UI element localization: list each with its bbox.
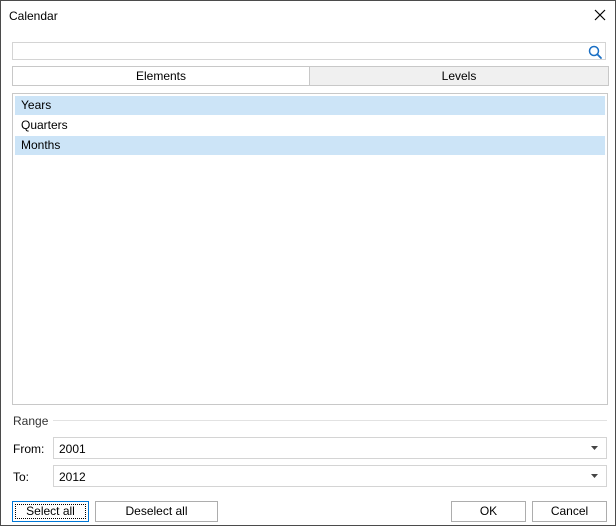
tab-elements[interactable]: Elements — [12, 66, 310, 86]
dropdown-arrow-icon — [591, 446, 598, 450]
list-item-quarters[interactable]: Quarters — [15, 116, 605, 135]
list-item-years[interactable]: Years — [15, 96, 605, 115]
cancel-label: Cancel — [550, 504, 589, 518]
range-section-label: Range — [13, 414, 49, 428]
to-label: To: — [13, 470, 30, 484]
tab-levels[interactable]: Levels — [310, 66, 609, 86]
close-icon — [594, 9, 606, 21]
tab-bar: Elements Levels — [12, 66, 609, 86]
dropdown-arrow-icon — [591, 474, 598, 478]
to-dropdown[interactable]: 2012 — [53, 465, 607, 487]
focus-ring — [15, 504, 86, 519]
to-value: 2012 — [59, 470, 86, 484]
from-value: 2001 — [59, 442, 86, 456]
ok-label: OK — [479, 504, 498, 518]
from-label: From: — [13, 442, 45, 456]
calendar-dialog: Calendar Elements Levels Years Quarters … — [0, 0, 616, 526]
levels-list[interactable]: Years Quarters Months — [12, 93, 608, 405]
list-item-months[interactable]: Months — [15, 136, 605, 155]
cancel-button[interactable]: Cancel — [532, 501, 607, 522]
title-bar: Calendar — [1, 1, 615, 31]
range-divider — [53, 420, 607, 421]
from-dropdown[interactable]: 2001 — [53, 437, 607, 459]
close-button[interactable] — [589, 4, 611, 26]
ok-button[interactable]: OK — [451, 501, 526, 522]
deselect-all-button[interactable]: Deselect all — [95, 501, 218, 522]
dialog-title: Calendar — [9, 9, 58, 23]
deselect-all-label: Deselect all — [125, 504, 188, 518]
search-icon[interactable] — [587, 44, 603, 60]
search-input[interactable] — [16, 44, 586, 58]
select-all-button[interactable]: Select all — [12, 501, 89, 522]
search-box — [12, 42, 606, 60]
